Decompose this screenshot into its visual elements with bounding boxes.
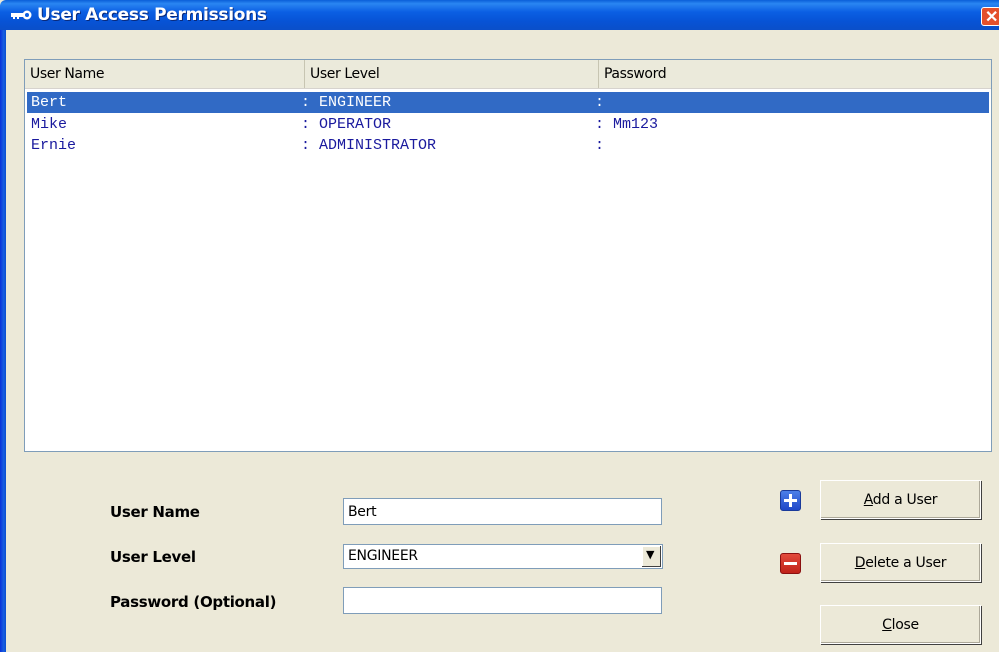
close-label: lose [891, 617, 919, 633]
row-user-name: Bert [31, 94, 68, 111]
delete-user-button[interactable]: Delete a User [820, 543, 981, 582]
dropdown-arrow-button[interactable]: ▼ [641, 546, 661, 567]
add-user-label: dd a User [872, 492, 938, 508]
add-user-button[interactable]: Add a User [820, 480, 981, 519]
remove-icon[interactable] [780, 553, 801, 574]
row-password: : [595, 94, 605, 111]
row-user-level: : ENGINEER [301, 94, 392, 111]
row-user-name: Ernie [31, 137, 77, 154]
table-row[interactable]: Ernie : ADMINISTRATOR : [27, 135, 989, 156]
close-window-button[interactable]: ✕ [981, 7, 999, 26]
user-level-dropdown[interactable]: ENGINEER ▼ [343, 544, 663, 569]
table-row[interactable]: Bert : ENGINEER : [27, 92, 989, 113]
row-user-level: : OPERATOR [301, 116, 392, 133]
close-icon: ✕ [985, 9, 999, 26]
key-icon [11, 10, 32, 20]
close-mnemonic: C [882, 617, 892, 633]
row-user-name: Mike [31, 116, 68, 133]
list-header: User Name User Level Password [25, 60, 991, 89]
add-user-mnemonic: A [863, 492, 873, 508]
user-name-field[interactable] [343, 498, 662, 525]
title-bar[interactable]: User Access Permissions ✕ [0, 0, 999, 30]
row-password: : Mm123 [595, 116, 659, 133]
close-button[interactable]: Close [820, 605, 981, 644]
row-user-level: : ADMINISTRATOR [301, 137, 437, 154]
window-title: User Access Permissions [37, 5, 267, 25]
column-header-user-name[interactable]: User Name [25, 60, 305, 88]
user-level-selected: ENGINEER [348, 548, 418, 564]
user-level-label: User Level [110, 548, 196, 566]
user-list[interactable]: User Name User Level Password Bert : ENG… [24, 59, 992, 452]
chevron-down-icon: ▼ [646, 548, 655, 561]
password-field[interactable] [343, 587, 662, 614]
window-frame-left [0, 30, 6, 652]
column-header-password[interactable]: Password [599, 60, 991, 88]
table-row[interactable]: Mike : OPERATOR : Mm123 [27, 114, 989, 135]
delete-user-label: elete a User [865, 555, 947, 571]
delete-user-mnemonic: D [854, 555, 866, 571]
user-name-label: User Name [110, 503, 200, 521]
password-label: Password (Optional) [110, 593, 277, 611]
row-password: : [595, 137, 605, 154]
column-header-user-level[interactable]: User Level [305, 60, 599, 88]
add-icon[interactable] [780, 490, 801, 511]
